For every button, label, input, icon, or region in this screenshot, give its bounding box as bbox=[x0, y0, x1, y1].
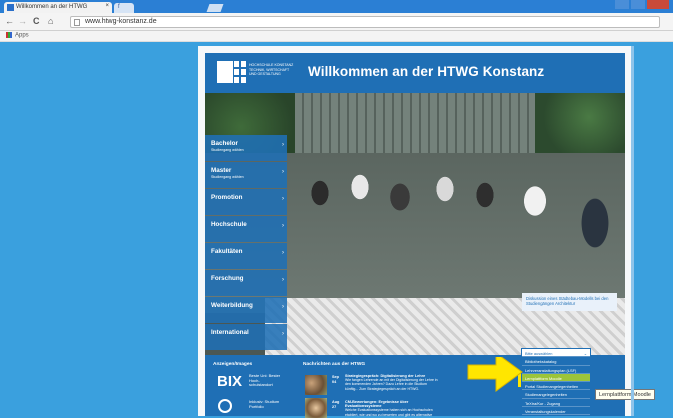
nav-item-label: International bbox=[211, 329, 249, 336]
nav-item[interactable]: International › bbox=[205, 324, 287, 350]
address-url: www.htwg-konstanz.de bbox=[85, 18, 157, 25]
close-window-button[interactable] bbox=[647, 0, 669, 9]
chevron-right-icon: › bbox=[282, 223, 284, 229]
photo-caption: Diskussion eines Städtebau-Modells bei d… bbox=[522, 293, 617, 311]
nav-item[interactable]: Promotion › bbox=[205, 189, 287, 215]
browser-toolbar: ← → C ⌂ www.htwg-konstanz.de bbox=[0, 13, 673, 31]
dropdown-option-label: Portal Studienangelegenheiten bbox=[525, 384, 579, 390]
news-date: Sep 04 bbox=[332, 375, 339, 384]
chevron-right-icon: › bbox=[282, 142, 284, 148]
bookmarks-bar: Apps bbox=[0, 31, 673, 42]
news-teaser: Wie fangen Lehrende an mit der Digitalis… bbox=[345, 378, 438, 391]
nav-item-label: Fakultäten bbox=[211, 248, 243, 255]
nav-item-label: Hochschule bbox=[211, 221, 247, 228]
news-item[interactable]: CM-Bewertungen: Ergebnisse über Evaluati… bbox=[345, 400, 441, 417]
browser-tab-active[interactable]: Willkommen an der HTWG × bbox=[4, 2, 112, 13]
nav-item[interactable]: Bachelor Studiengang wählen › bbox=[205, 135, 287, 161]
dropdown-option-label: Studienangelegenheiten bbox=[525, 392, 567, 398]
browser-tab-strip: Willkommen an der HTWG × f bbox=[0, 0, 673, 13]
dropdown-option[interactable]: Veranstaltungskalender bbox=[522, 407, 590, 416]
nav-item[interactable]: Fakultäten › bbox=[205, 243, 287, 269]
bix-text[interactable]: Beste Uni: Bester Hoch-schulstandort bbox=[249, 373, 281, 388]
news-image[interactable] bbox=[305, 398, 327, 418]
inclusion-text[interactable]: Inklusiv: Studium Portfolio bbox=[249, 399, 281, 409]
news-date: Aug 27 bbox=[332, 400, 340, 409]
window-controls bbox=[615, 0, 669, 9]
nav-item[interactable]: Weiterbildung › bbox=[205, 297, 287, 323]
nav-item[interactable]: Forschung › bbox=[205, 270, 287, 296]
tab-title: Willkommen an der HTWG bbox=[16, 4, 88, 10]
back-arrow-icon[interactable]: ← bbox=[5, 16, 14, 26]
facebook-icon: f bbox=[118, 4, 120, 10]
dropdown-option-label: Bitte auswählen bbox=[525, 351, 553, 356]
page-title: Willkommen an der HTWG Konstanz bbox=[308, 64, 545, 79]
nav-item-label: Forschung bbox=[211, 275, 244, 282]
chevron-right-icon: › bbox=[282, 331, 284, 337]
dropdown-option-label: Lernplattform Moodle bbox=[525, 375, 562, 381]
chevron-right-icon: › bbox=[282, 304, 284, 310]
ads-title: Anzeigen/Images bbox=[213, 362, 253, 367]
home-icon[interactable]: ⌂ bbox=[48, 16, 53, 26]
address-bar[interactable]: www.htwg-konstanz.de bbox=[70, 16, 660, 28]
dropdown-option[interactable]: Bibliothekskatalog bbox=[522, 357, 590, 366]
main-navigation: Bachelor Studiengang wählen › Master Studien… bbox=[205, 135, 287, 351]
tooltip: Lernplattform Moodle bbox=[595, 389, 655, 400]
minimize-button[interactable] bbox=[615, 0, 629, 9]
nav-item-label: Master bbox=[211, 167, 232, 174]
forward-arrow-icon[interactable]: → bbox=[18, 16, 27, 26]
tab-close-icon[interactable]: × bbox=[105, 3, 109, 9]
logo-text: HOCHSCHULE KONSTANZ TECHNIK, WIRTSCHAFT … bbox=[249, 63, 294, 76]
browser-tab-facebook[interactable]: f bbox=[114, 3, 134, 13]
reload-icon[interactable]: C bbox=[33, 16, 40, 26]
dropdown-option[interactable]: Studienangelegenheiten bbox=[522, 390, 590, 399]
maximize-button[interactable] bbox=[631, 0, 645, 9]
news-headline[interactable]: CM-Bewertungen: Ergebnisse über Evaluati… bbox=[345, 400, 441, 408]
htwg-favicon-icon bbox=[7, 4, 14, 11]
news-item[interactable]: Strategiegespräch: Digitalisierung der L… bbox=[345, 374, 441, 391]
dropdown-option-label: TeXtra/Kur - Zugang bbox=[525, 400, 561, 406]
htwg-logo-grid bbox=[234, 61, 246, 83]
htwg-logo-block[interactable] bbox=[217, 61, 233, 83]
page-icon bbox=[74, 19, 80, 26]
news-image[interactable] bbox=[305, 375, 327, 395]
site-header: HOCHSCHULE KONSTANZ TECHNIK, WIRTSCHAFT … bbox=[205, 53, 625, 93]
nav-item[interactable]: Hochschule › bbox=[205, 216, 287, 242]
photo-tree bbox=[535, 93, 625, 153]
yellow-pointer-arrow-icon bbox=[467, 357, 523, 392]
dropdown-option-label: Bibliothekskatalog bbox=[525, 359, 557, 365]
chevron-right-icon: › bbox=[282, 196, 284, 202]
dropdown-option[interactable]: TeXtra/Kur - Zugang bbox=[522, 398, 590, 408]
nav-item[interactable]: Master Studiengang wählen › bbox=[205, 162, 287, 188]
dropdown-option-label: Veranstaltungskalender bbox=[525, 409, 566, 415]
chevron-right-icon: › bbox=[282, 169, 284, 175]
dropdown-option[interactable]: Bitte auswählen ⌄ bbox=[522, 349, 590, 358]
nav-item-label: Weiterbildung bbox=[211, 302, 253, 309]
chevron-right-icon: › bbox=[282, 250, 284, 256]
nav-item-label: Bachelor bbox=[211, 140, 238, 147]
bix-logo[interactable]: BIX bbox=[217, 373, 242, 390]
htwg-website: HOCHSCHULE KONSTANZ TECHNIK, WIRTSCHAFT … bbox=[198, 46, 631, 418]
dropdown-option-label: Lehrveranstaltungsplan (LSF) bbox=[525, 367, 577, 373]
dropdown-option[interactable]: Lehrveranstaltungsplan (LSF) bbox=[522, 365, 590, 374]
news-teaser: Welche Evaluationssysteme haben sich an … bbox=[345, 408, 433, 417]
inclusion-logo-icon[interactable] bbox=[218, 399, 232, 413]
nav-item-sublabel: Studiengang wählen bbox=[211, 148, 244, 152]
new-tab-button[interactable] bbox=[206, 4, 224, 12]
nav-item-sublabel: Studiengang wählen bbox=[211, 175, 244, 179]
quicklinks-dropdown[interactable]: Bitte auswählen ⌄ Bibliothekskatalog Lehrve… bbox=[521, 348, 591, 417]
news-title: Nachrichten aus der HTWG bbox=[303, 362, 366, 367]
dropdown-option[interactable]: Portal Studienangelegenheiten bbox=[522, 382, 590, 391]
apps-grid-icon bbox=[6, 32, 12, 38]
dropdown-option[interactable]: Lernplattform Moodle bbox=[522, 373, 590, 383]
bookmark-apps[interactable]: Apps bbox=[15, 33, 29, 39]
chevron-right-icon: › bbox=[282, 277, 284, 283]
chevron-down-icon: ⌄ bbox=[583, 351, 587, 356]
nav-item-label: Promotion bbox=[211, 194, 243, 201]
page-scrollbar[interactable] bbox=[631, 46, 634, 416]
